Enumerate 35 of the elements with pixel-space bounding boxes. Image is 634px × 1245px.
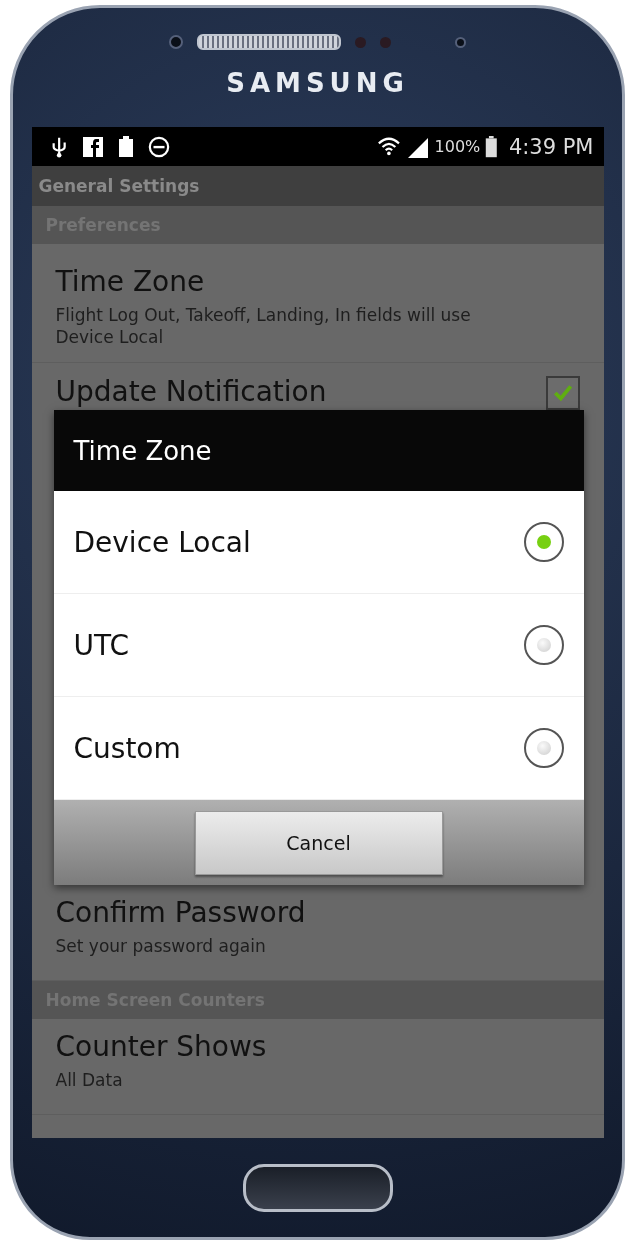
status-time: 4:39 PM [508,134,594,159]
home-button[interactable] [242,1163,393,1212]
setting-summary: All Data [55,1069,124,1091]
radio-option[interactable]: Custom [53,697,584,800]
radio-option[interactable]: UTC [53,594,584,697]
dialog-title: Time Zone [73,435,212,466]
radio-button[interactable] [523,625,564,665]
camera-icon [169,35,183,49]
setting-title: Update Notification [55,374,327,410]
check-icon [551,382,574,404]
setting-summary: Set your password again [55,935,267,957]
sensor-icon [380,36,391,48]
option-label: Device Local [73,525,251,559]
sensor-icon [355,36,366,48]
option-label: UTC [73,628,129,662]
radio-button[interactable] [523,522,564,562]
setting-summary: Flight Log Out, Takeoff, Landing, In fields will use Device Local [55,304,472,348]
setting-title: Counter Shows [55,1029,268,1065]
option-label: Custom [73,731,181,765]
battery-icon [485,135,498,158]
radio-button[interactable] [523,728,564,768]
setting-title: Confirm Password [55,895,307,931]
camera-icon [455,36,466,48]
radio-option[interactable]: Device Local [53,491,584,594]
social-app-icon [81,135,104,158]
do-not-disturb-icon [147,135,170,158]
battery-small-icon [117,135,134,158]
brand-logo: SAMSUNG [226,68,409,98]
cancel-button[interactable]: Cancel [194,810,443,875]
checkbox[interactable] [545,376,580,410]
screen-title: General Settings [38,176,200,196]
battery-percent: 100% [434,137,481,156]
wifi-icon [376,135,401,158]
speaker-grill-icon [197,34,341,50]
setting-title: Time Zone [55,264,206,300]
